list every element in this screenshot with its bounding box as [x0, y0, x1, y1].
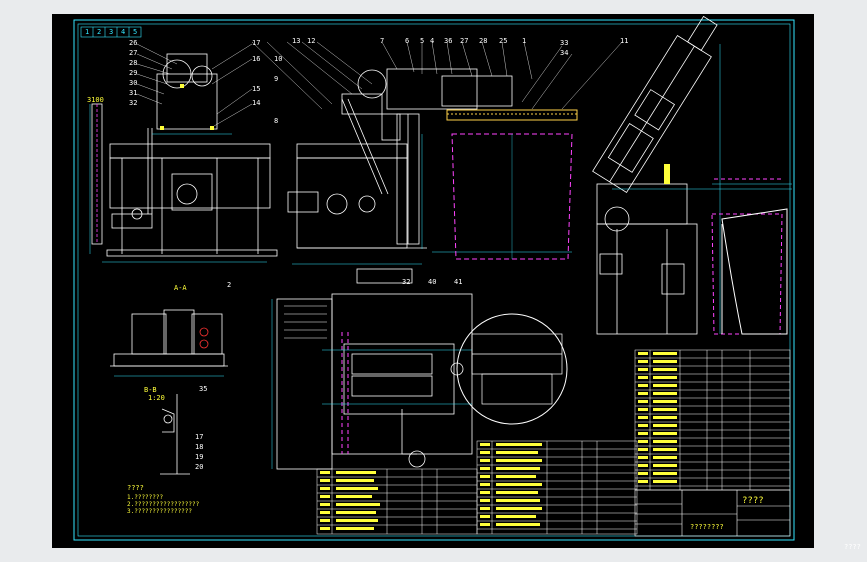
- left-elevation-view: [91, 53, 278, 257]
- detail-dims: [271, 299, 472, 469]
- section-aa-label: A-A: [174, 284, 187, 292]
- callout-26: 26: [129, 39, 138, 47]
- notes-heading: ????: [127, 484, 144, 492]
- callout-aa-2: 2: [227, 281, 232, 289]
- callout-31: 31: [129, 89, 138, 97]
- callout-right-16: 16: [252, 55, 261, 63]
- callout-bb-17: 17: [195, 433, 204, 441]
- left-view-dims: [89, 104, 267, 263]
- right-section-floor: [721, 208, 788, 335]
- detail-hidden: [341, 332, 349, 454]
- callout-28: 28: [129, 59, 138, 67]
- level-label: 3100: [87, 96, 104, 104]
- callout-bb-35: 35: [199, 385, 208, 393]
- top-cell-1: 1: [85, 28, 90, 36]
- callout-top-6: 6: [405, 37, 410, 45]
- callout-bb-18: 18: [195, 443, 204, 451]
- callout-top-5: 5: [420, 37, 425, 45]
- callout-top-27: 27: [460, 37, 469, 45]
- callout-32: 32: [129, 99, 138, 107]
- right-inclined-view: [592, 15, 718, 335]
- callout-top-1: 1: [522, 37, 527, 45]
- callout-top-34: 34: [560, 49, 569, 57]
- callout-right-13: 13: [292, 37, 301, 45]
- top-cell-5: 5: [133, 28, 138, 36]
- section-aa-view: [110, 309, 228, 367]
- left-view-leaders: [136, 43, 253, 127]
- top-cell-2: 2: [97, 28, 102, 36]
- section-bb-scale: 1:20: [148, 394, 165, 402]
- callout-right-12: 12: [307, 37, 316, 45]
- left-view-yellow-parts: [160, 84, 214, 130]
- title-main: ????: [742, 496, 764, 506]
- callout-right-17: 17: [252, 39, 261, 47]
- callout-right-8: 8: [274, 117, 279, 125]
- callout-detail-32: 32: [402, 278, 411, 286]
- callout-top-33: 33: [560, 39, 569, 47]
- detail-magnifier-content: [471, 333, 563, 405]
- callout-right-10: 10: [274, 55, 283, 63]
- notes-line-1: 1.????????: [127, 494, 164, 501]
- callout-29: 29: [129, 69, 138, 77]
- detail-view: [276, 268, 473, 470]
- right-yellow-parts: [664, 164, 670, 184]
- callout-top-11: 11: [620, 37, 629, 45]
- callout-30: 30: [129, 79, 138, 87]
- middle-view-dims: [292, 134, 572, 265]
- middle-elevation-view: [287, 68, 513, 249]
- callout-right-14: 14: [252, 99, 261, 107]
- callout-top-7: 7: [380, 37, 385, 45]
- right-view-dims: [612, 44, 792, 334]
- callout-top-4: 4: [430, 37, 435, 45]
- callout-top-28: 28: [479, 37, 488, 45]
- notes-line-2: 2.??????????????????: [127, 501, 200, 508]
- cad-drawing-canvas[interactable]: 3100 A-A B-B 1:20 ???? 1.???????? 2.????…: [52, 14, 861, 551]
- callout-detail-40: 40: [428, 278, 437, 286]
- callout-right-15: 15: [252, 85, 261, 93]
- detail-magnifier-circle: [456, 313, 568, 425]
- top-cell-4: 4: [121, 28, 126, 36]
- callout-top-36: 36: [444, 37, 453, 45]
- pit: [446, 109, 578, 260]
- callout-bb-20: 20: [195, 463, 204, 471]
- callout-27: 27: [129, 49, 138, 57]
- title-sub: ????????: [690, 523, 724, 531]
- notes-line-3: 3.????????????????: [127, 508, 193, 515]
- section-bb-view: [160, 394, 190, 475]
- top-cell-3: 3: [109, 28, 114, 36]
- callout-bb-19: 19: [195, 453, 204, 461]
- callout-detail-41: 41: [454, 278, 463, 286]
- callout-right-9: 9: [274, 75, 279, 83]
- corner-label: ????: [844, 543, 861, 551]
- callout-top-25: 25: [499, 37, 508, 45]
- section-bb-label: B-B: [144, 386, 157, 394]
